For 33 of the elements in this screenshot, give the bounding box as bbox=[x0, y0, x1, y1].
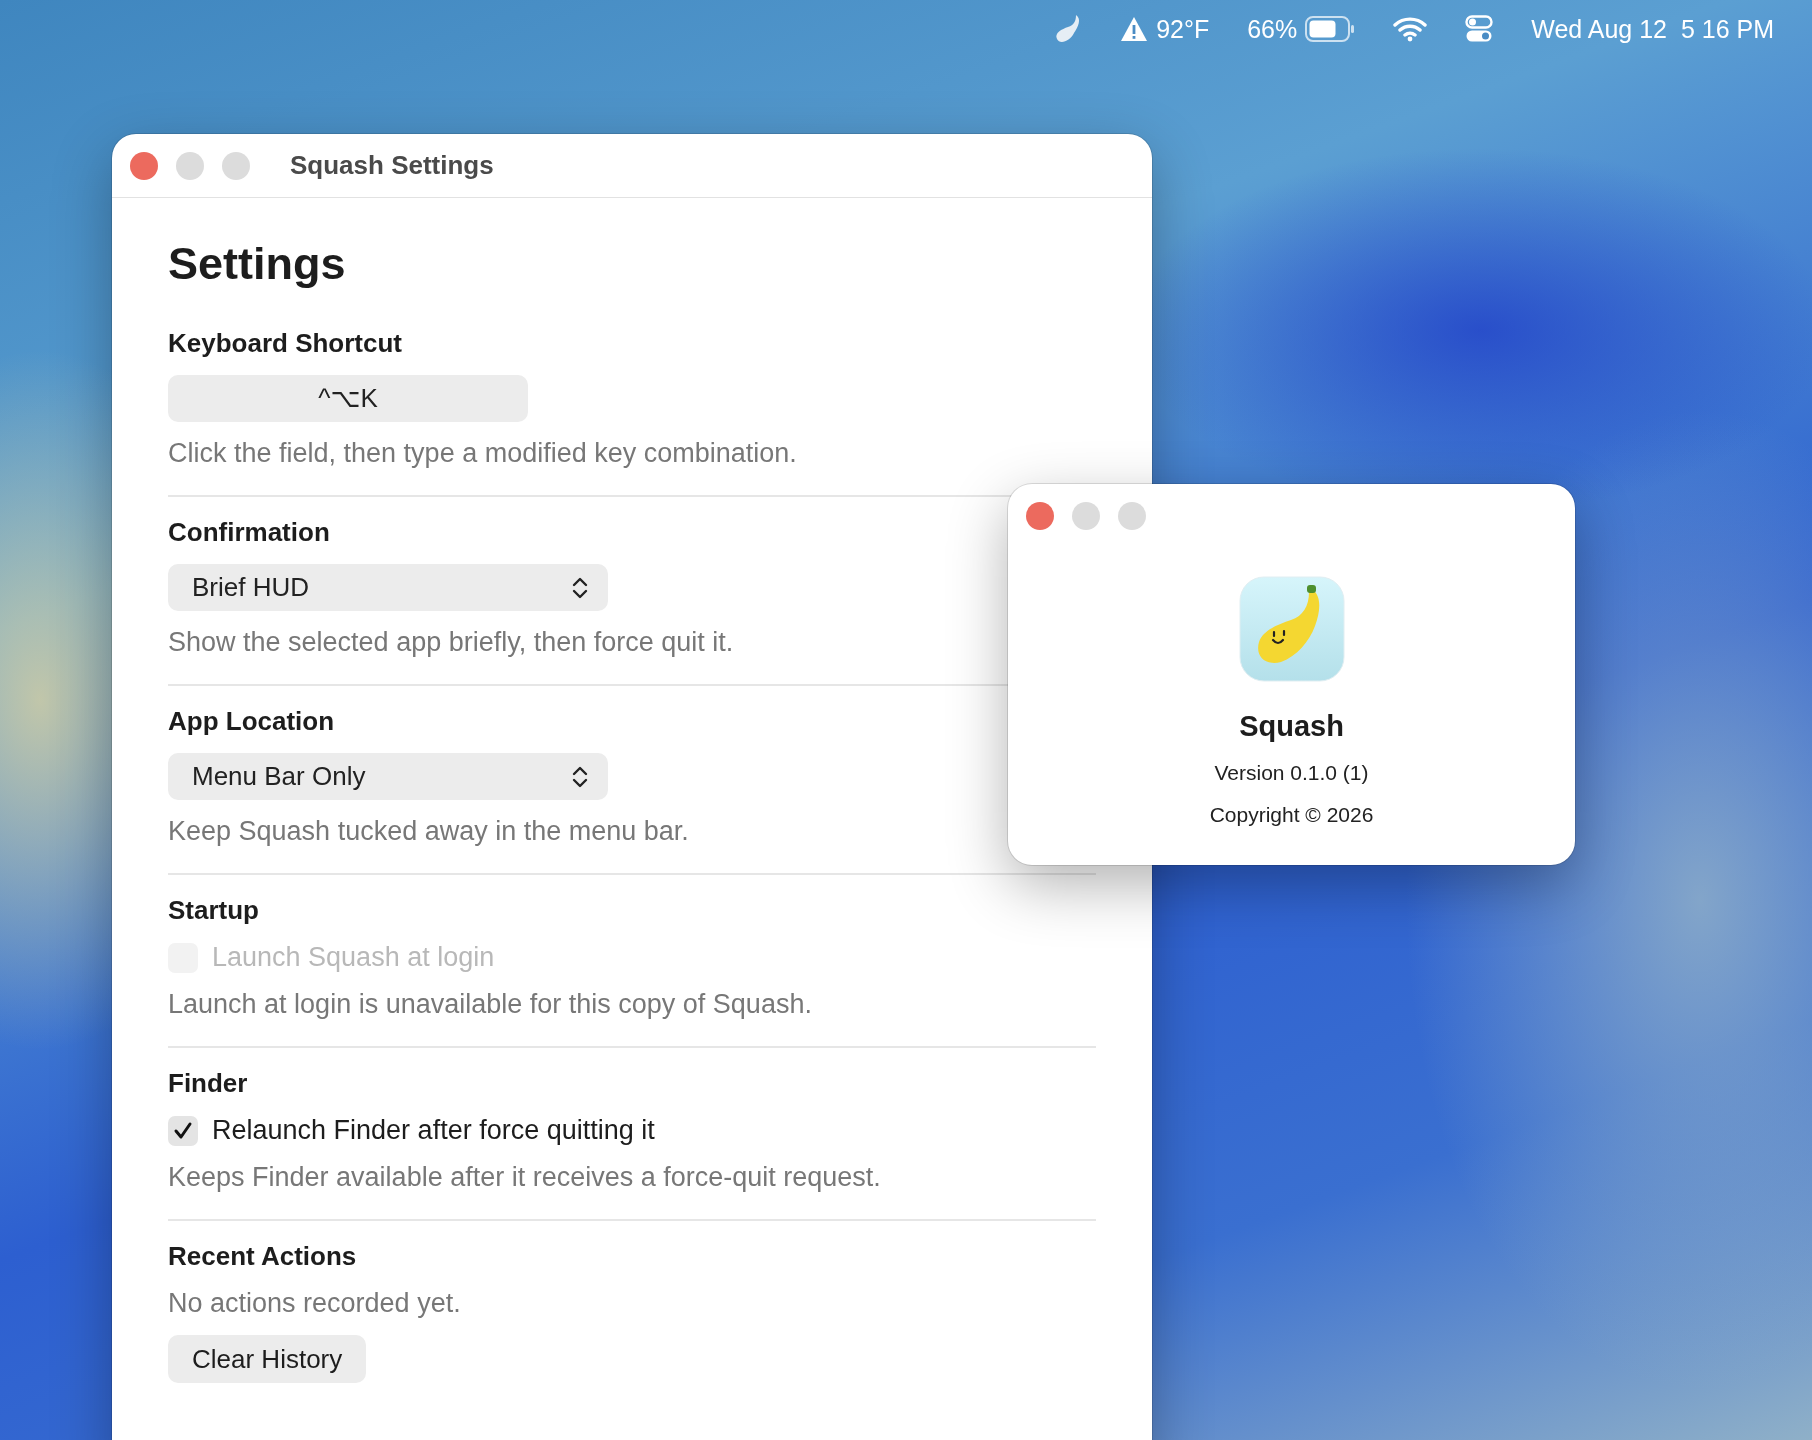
section-title: Confirmation bbox=[168, 517, 330, 548]
help-text: Keep Squash tucked away in the menu bar. bbox=[168, 816, 689, 847]
clear-history-button[interactable]: Clear History bbox=[168, 1335, 367, 1383]
help-text: Keeps Finder available after it receives a force-quit request. bbox=[168, 1162, 881, 1193]
section-title: Keyboard Shortcut bbox=[168, 328, 403, 359]
page-heading: Settings bbox=[168, 238, 347, 290]
checkmark-icon bbox=[173, 1120, 193, 1141]
squash-icon bbox=[1238, 576, 1345, 682]
warning-icon[interactable] bbox=[1120, 16, 1149, 42]
empty-history-text: No actions recorded yet. bbox=[168, 1288, 461, 1319]
popup-menu[interactable]: Menu Bar Only bbox=[168, 753, 608, 800]
help-text: Click the field, then type a modified key combination. bbox=[168, 438, 797, 469]
shortcut-field[interactable]: ^⌥K bbox=[168, 375, 528, 422]
close-button[interactable] bbox=[130, 151, 158, 180]
control-center-icon[interactable] bbox=[1465, 15, 1494, 43]
window-title: Squash Settings bbox=[290, 150, 494, 181]
checkbox-label[interactable]: Relaunch Finder after force quitting it bbox=[212, 1115, 655, 1146]
checkbox[interactable] bbox=[168, 1115, 198, 1146]
help-text: Launch at login is unavailable for this copy of Squash. bbox=[168, 989, 812, 1020]
copyright-text: Copyright © 2026 bbox=[1209, 803, 1374, 827]
close-button[interactable] bbox=[1026, 502, 1054, 530]
popup-menu[interactable]: Brief HUD bbox=[168, 564, 608, 611]
battery-icon[interactable] bbox=[1305, 16, 1356, 42]
chevron-up-down-icon bbox=[572, 575, 588, 600]
section-title: Finder bbox=[168, 1068, 248, 1099]
help-text: Show the selected app briefly, then force quit it. bbox=[168, 627, 734, 658]
section-title: App Location bbox=[168, 706, 335, 737]
section-title: Recent Actions bbox=[168, 1241, 357, 1272]
chevron-up-down-icon bbox=[572, 764, 588, 789]
wifi-icon[interactable] bbox=[1393, 16, 1428, 42]
version-text: Version 0.1.0 (1) bbox=[1214, 761, 1369, 785]
app-name: Squash bbox=[1239, 710, 1344, 743]
section-title: Startup bbox=[168, 895, 259, 926]
